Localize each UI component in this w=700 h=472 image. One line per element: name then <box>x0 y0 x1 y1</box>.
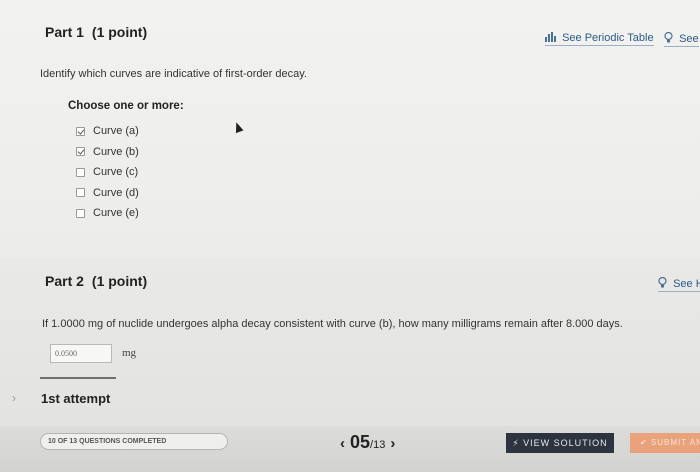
part-2-points: (1 point) <box>91 273 148 289</box>
option-curve-d[interactable]: Curve (d) <box>76 183 139 204</box>
next-question-button[interactable]: › <box>390 435 395 452</box>
submit-icon: ✔ <box>640 438 648 447</box>
part-1-section: Part 1 (1 point) See Periodic Table See I… <box>0 0 700 258</box>
part-1-title: Part 1 <box>45 24 84 40</box>
option-curve-a[interactable]: Curve (a) <box>76 121 139 142</box>
checkbox-curve-c[interactable] <box>76 167 85 177</box>
bar-chart-icon <box>545 32 559 44</box>
prev-question-button[interactable]: ‹ <box>340 435 345 452</box>
see-hint-link-part-2[interactable]: See H <box>658 276 700 292</box>
attempt-label: 1st attempt <box>41 391 111 406</box>
part-2-heading: Part 2 (1 point) <box>45 273 147 289</box>
progress-label: 10 OF 13 QUESTIONS COMPLETED <box>48 438 167 445</box>
checkbox-curve-b[interactable] <box>76 147 85 157</box>
checkbox-curve-e[interactable] <box>76 208 85 218</box>
option-label: Curve (c) <box>93 166 139 179</box>
see-hint-link[interactable]: See <box>664 31 699 47</box>
see-hint-label: See <box>679 33 699 45</box>
mouse-cursor-icon <box>232 120 244 134</box>
checkbox-curve-d[interactable] <box>76 188 85 198</box>
unit-label: mg <box>122 347 137 359</box>
lightbulb-icon <box>664 31 676 45</box>
option-label: Curve (b) <box>93 145 139 158</box>
option-curve-e[interactable]: Curve (e) <box>76 203 139 224</box>
part-2-title: Part 2 <box>45 273 84 289</box>
total-pages: /13 <box>370 439 386 451</box>
part-1-heading: Part 1 (1 point) <box>45 24 147 40</box>
chevron-right-icon[interactable]: › <box>12 391 16 405</box>
checkbox-curve-a[interactable] <box>76 126 85 136</box>
current-page: 05 <box>350 432 371 452</box>
pager: ‹ 05/13 › <box>340 432 395 453</box>
options-list: Curve (a) Curve (b) Curve (c) Curve (d) … <box>76 121 139 224</box>
option-label: Curve (d) <box>93 186 139 199</box>
option-label: Curve (e) <box>93 207 139 220</box>
part-1-question: Identify which curves are indicative of … <box>40 68 307 80</box>
see-periodic-table-label: See Periodic Table <box>562 32 654 44</box>
option-label: Curve (a) <box>93 125 139 138</box>
choose-label: Choose one or more: <box>68 100 184 112</box>
view-solution-label: VIEW SOLUTION <box>523 438 608 448</box>
option-curve-c[interactable]: Curve (c) <box>76 162 139 183</box>
see-hint-label: See H <box>673 278 700 290</box>
submit-answer-button[interactable]: ✔ SUBMIT AN <box>630 433 700 453</box>
bolt-icon: ⚡ <box>512 438 520 448</box>
see-periodic-table-link[interactable]: See Periodic Table <box>545 32 654 46</box>
view-solution-button[interactable]: ⚡ VIEW SOLUTION <box>506 433 614 453</box>
part-2-question: If 1.0000 mg of nuclide undergoes alpha … <box>42 318 623 330</box>
option-curve-b[interactable]: Curve (b) <box>76 142 139 163</box>
divider <box>40 377 116 379</box>
progress-indicator: 10 OF 13 QUESTIONS COMPLETED <box>40 433 228 450</box>
submit-label: SUBMIT AN <box>650 438 700 447</box>
part-1-points: (1 point) <box>91 24 148 40</box>
answer-input[interactable]: 0.0500 <box>50 344 112 363</box>
lightbulb-icon <box>658 276 670 290</box>
